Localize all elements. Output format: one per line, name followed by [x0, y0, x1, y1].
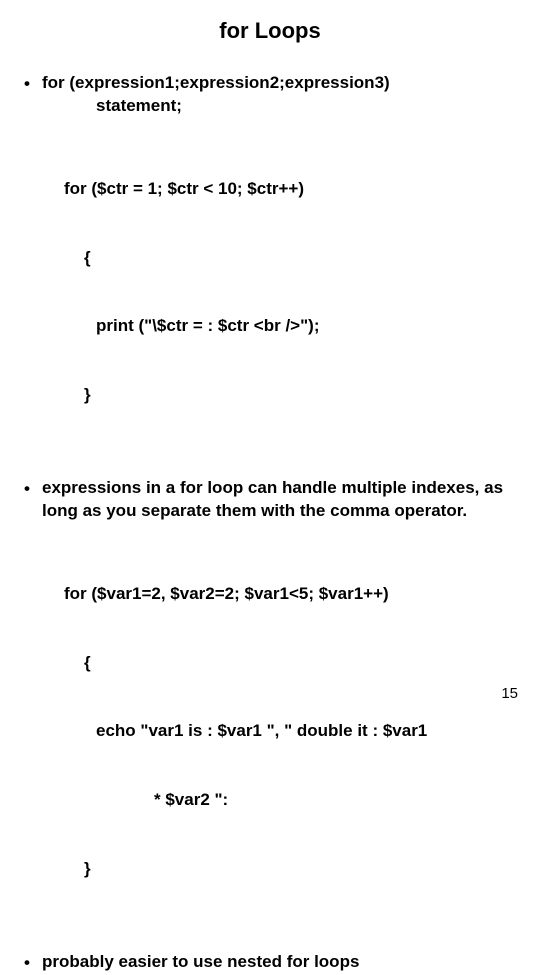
bullet-dot-icon: •: [24, 477, 42, 501]
bullet-3: • probably easier to use nested for loop…: [24, 951, 516, 975]
code2-line4: * $var2 ":: [64, 789, 516, 812]
code1-line4: }: [64, 384, 516, 407]
bullet-3-text: probably easier to use nested for loops: [42, 951, 516, 974]
code-block-2: for ($var1=2, $var2=2; $var1<5; $var1++)…: [24, 537, 516, 927]
bullet-dot-icon: •: [24, 951, 42, 975]
code1-line3: print ("\$ctr = : $ctr <br />");: [64, 315, 516, 338]
code-block-1: for ($ctr = 1; $ctr < 10; $ctr++) { prin…: [24, 132, 516, 453]
bullet-1-line1: for (expression1;expression2;expression3…: [42, 73, 390, 92]
slide: for Loops • for (expression1;expression2…: [0, 0, 540, 720]
code1-line1: for ($ctr = 1; $ctr < 10; $ctr++): [64, 178, 516, 201]
code2-line5: }: [64, 858, 516, 881]
code1-line2: {: [64, 247, 516, 270]
page-number: 15: [501, 685, 518, 702]
slide-title: for Loops: [24, 18, 516, 44]
bullet-1: • for (expression1;expression2;expressio…: [24, 72, 516, 118]
code2-line2: {: [64, 652, 516, 675]
bullet-1-text: for (expression1;expression2;expression3…: [42, 72, 516, 118]
bullet-2: • expressions in a for loop can handle m…: [24, 477, 516, 523]
code2-line1: for ($var1=2, $var2=2; $var1<5; $var1++): [64, 583, 516, 606]
code2-line3: echo "var1 is : $var1 ", " double it : $…: [64, 720, 516, 743]
bullet-2-text: expressions in a for loop can handle mul…: [42, 477, 516, 523]
bullet-1-line2: statement;: [42, 95, 182, 118]
bullet-dot-icon: •: [24, 72, 42, 96]
